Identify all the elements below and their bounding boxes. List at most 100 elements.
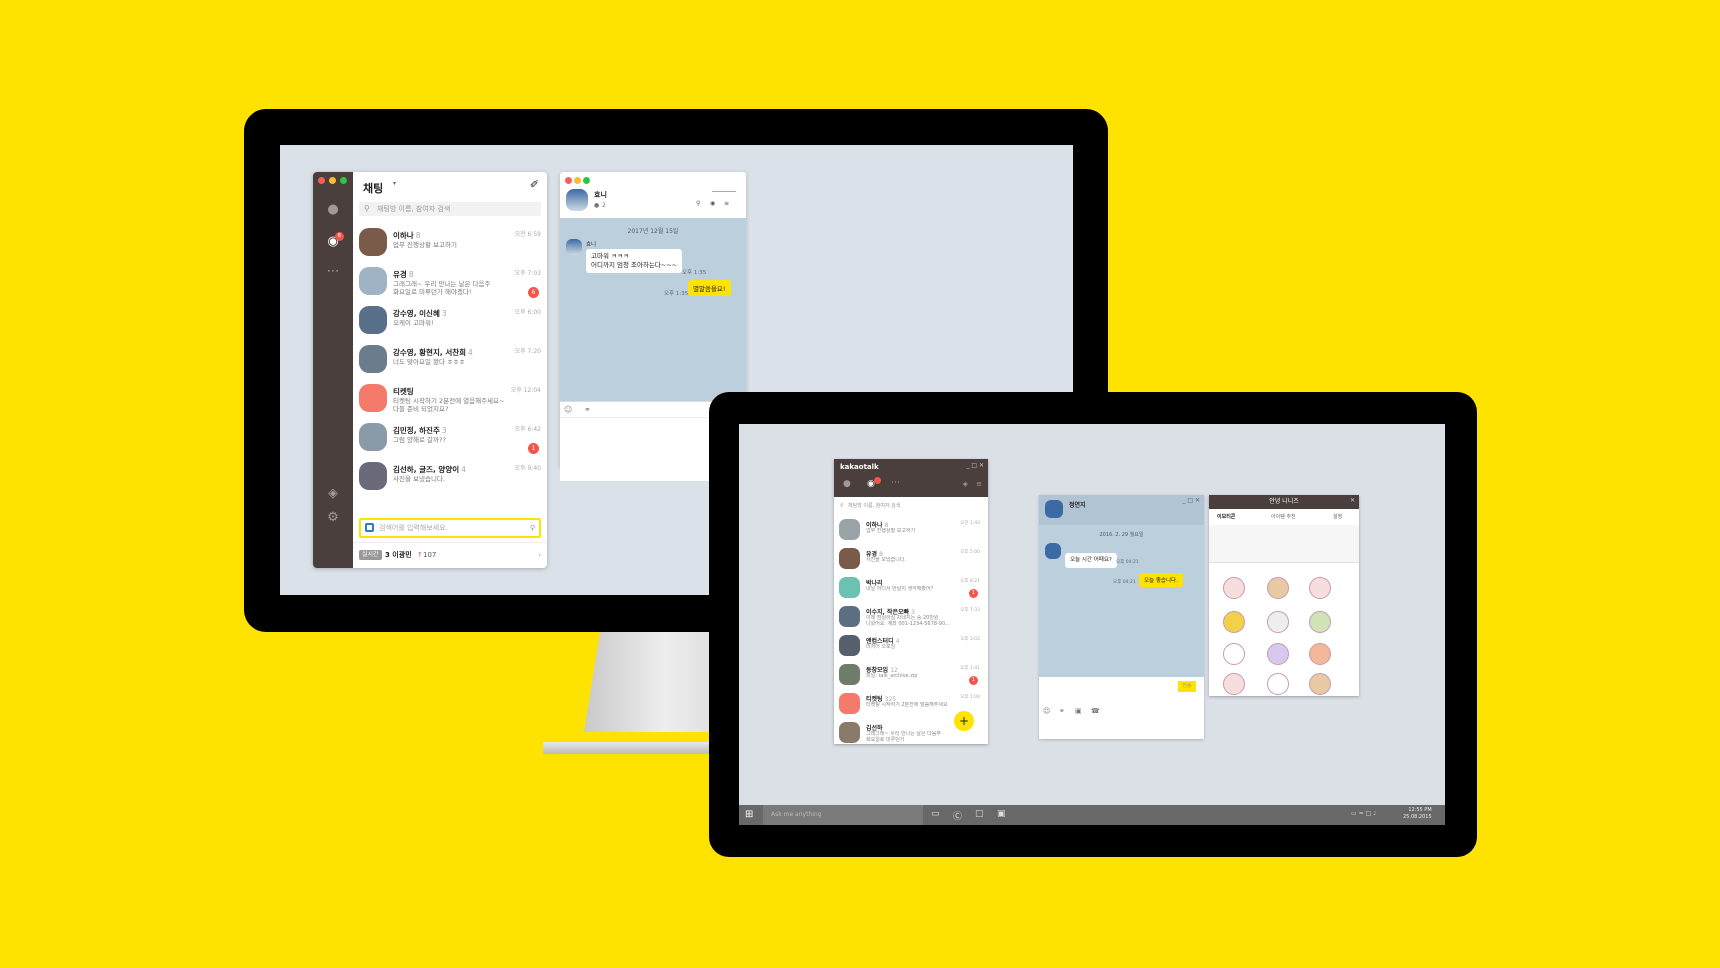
realtime-ranking-bar[interactable]: 실시간 3 이광민 ↑ 107 › [353, 542, 547, 566]
chevron-down-icon[interactable]: ▾ [393, 180, 396, 187]
attach-icon[interactable]: ⚭ [1059, 707, 1065, 715]
sticker[interactable] [1309, 577, 1331, 599]
sticker[interactable] [1309, 673, 1331, 695]
bottom-search-input[interactable]: 검색어를 입력해보세요. ⚲ [359, 518, 541, 538]
avatar[interactable] [359, 306, 387, 334]
system-tray-icons[interactable]: ▭ ≈ □ ♩ [1351, 810, 1376, 817]
add-chat-button[interactable]: + [954, 711, 974, 731]
maximize-dot[interactable] [583, 177, 590, 184]
edge-icon[interactable]: Ⓒ [953, 809, 962, 822]
minimize-dot[interactable] [329, 177, 336, 184]
search-icon[interactable]: ⚲ [696, 200, 700, 207]
search-input[interactable]: ⚲ 채팅방 이름, 참여자 검색 [838, 501, 984, 512]
maximize-dot[interactable] [340, 177, 347, 184]
window-controls[interactable]: _ □ ✕ [966, 462, 984, 469]
avatar[interactable] [839, 722, 860, 743]
search-input[interactable]: ⚲ 채팅방 이름, 참여자 검색 [359, 202, 541, 216]
menu-icon[interactable]: ≡ [724, 200, 729, 207]
avatar[interactable] [566, 239, 582, 255]
chat-name: 김선하, 글즈, 양양이 4 [393, 464, 466, 475]
avatar[interactable] [359, 384, 387, 412]
friends-icon[interactable]: ● [325, 202, 341, 218]
avatar[interactable] [839, 606, 860, 627]
avatar[interactable] [566, 189, 588, 211]
send-button[interactable]: 전송 [1178, 681, 1196, 692]
bell-icon[interactable]: ◈ [963, 480, 968, 488]
tab-settings[interactable]: 설정 [1333, 511, 1342, 523]
chat-row[interactable]: 앤컴스터디 4 마저어 으로잉 오후 3:02 [834, 631, 984, 660]
sticker[interactable] [1267, 611, 1289, 633]
chat-row[interactable]: 박나리 내일 어디서 만날지 생각해봤어? 오후 8:21 1 [834, 573, 984, 602]
avatar[interactable] [839, 693, 860, 714]
avatar[interactable] [359, 267, 387, 295]
avatar[interactable] [1045, 543, 1061, 559]
image-icon[interactable]: ▣ [1075, 707, 1082, 715]
avatar[interactable] [359, 462, 387, 490]
avatar[interactable] [839, 519, 860, 540]
chat-row[interactable]: 김선하, 글즈, 양양이 4 사진을 보냈습니다. 오후 9:40 [353, 456, 547, 499]
tab-emoticon[interactable]: 이모티콘 [1217, 511, 1235, 523]
avatar[interactable] [359, 228, 387, 256]
chevron-right-icon[interactable]: › [538, 543, 541, 567]
store-icon[interactable]: ▣ [997, 809, 1006, 819]
chat-row[interactable]: 티켓팅 티켓팅 시작하기 2분전에 열음해주세요~ 다들 준비 되었지요? 오후 1… [353, 378, 547, 421]
attach-icon[interactable]: ⚭ [584, 405, 591, 414]
sticker[interactable] [1223, 673, 1245, 695]
incoming-message[interactable]: 오늘 시간 어때요? [1065, 553, 1117, 568]
gear-icon[interactable]: ⚙ [325, 510, 341, 526]
sticker[interactable] [1267, 643, 1289, 665]
avatar[interactable] [839, 548, 860, 569]
sticker[interactable] [1223, 643, 1245, 665]
chat-row[interactable]: 유경 8 사진을 보냈습니다. 오후 5:00 [834, 544, 984, 573]
more-icon[interactable]: ⋯ [325, 264, 341, 280]
menu-icon[interactable]: ≡ [976, 480, 982, 488]
tab-item-recommend[interactable]: 아이템 추천 [1271, 511, 1296, 523]
avatar[interactable] [1045, 500, 1063, 518]
incoming-message[interactable]: 고마워 ㅋㅋㅋ 어디까지 엄청 조아하는다~~~ [586, 249, 683, 273]
emoticon-category-bar[interactable] [1209, 525, 1359, 563]
new-chat-icon[interactable]: ✐ [530, 178, 539, 191]
chat-row[interactable]: 유경 8 그래그래~ 우리 만나는 날은 다음주 화요일로 미루던가 해야겠다! 오후… [353, 261, 547, 304]
chat-row[interactable]: 이수지, 작은오빠 3 이제 점심하실 차네지는 중 20만원 나왔어요. 계좌 … [834, 602, 984, 631]
close-dot[interactable] [318, 177, 325, 184]
windows-start-icon[interactable]: ⊞ [745, 809, 756, 820]
avatar[interactable] [839, 577, 860, 598]
avatar[interactable] [839, 664, 860, 685]
folder-icon[interactable]: □ [975, 809, 984, 819]
more-icon[interactable]: ⋯ [891, 478, 900, 488]
outgoing-message[interactable]: 오늘 좋습니다. [1139, 573, 1183, 587]
message-input-area[interactable]: 전송 ☺ ⚭ ▣ ☎ [1039, 677, 1204, 739]
outgoing-message[interactable]: 별말씀을요! [688, 280, 731, 296]
task-view-icon[interactable]: ▭ [931, 809, 940, 819]
friends-icon[interactable]: ● [843, 479, 851, 489]
phone-icon[interactable]: ☎ [1091, 707, 1100, 715]
chat-row[interactable]: 강수영, 이신혜 3 오케이 고마워! 오후 6:00 [353, 300, 547, 343]
call-icon[interactable]: ◉ [710, 200, 715, 207]
opacity-slider[interactable] [712, 191, 736, 192]
chat-row[interactable]: 김민정, 하진주 3 그럼 양해로 갈까?? 오후 6:42 1 [353, 417, 547, 460]
chat-row[interactable]: 이하나 8 업무 진행상황 보고하기 오전 1:40 [834, 515, 984, 544]
sticker[interactable] [1309, 643, 1331, 665]
sticker[interactable] [1223, 577, 1245, 599]
sticker[interactable] [1223, 611, 1245, 633]
chat-row[interactable]: 강수영, 황현지, 서찬희 4 너도 맞아요일 봤다 ㅎㅎㅎ 오후 7:20 [353, 339, 547, 382]
sticker[interactable] [1267, 673, 1289, 695]
sticker[interactable] [1267, 577, 1289, 599]
chat-row[interactable]: 이하나 8 업무 진행상황 보고하기 오전 6:59 [353, 222, 547, 265]
emoticon-icon[interactable]: ☺ [1043, 707, 1050, 715]
close-dot[interactable] [565, 177, 572, 184]
chat-row[interactable]: 동창모임 12 파일: talk_archive.zip 오후 1:41 1 [834, 660, 984, 689]
clock[interactable]: 12:55 PM 25.08.2015 [1403, 807, 1432, 821]
close-icon[interactable]: ✕ [1350, 497, 1355, 504]
avatar[interactable] [359, 345, 387, 373]
minimize-dot[interactable] [574, 177, 581, 184]
avatar[interactable] [359, 423, 387, 451]
cortana-search-input[interactable]: Ask me anything [763, 805, 923, 825]
emoticon-title: 안녕 니니즈 [1209, 495, 1359, 509]
window-controls[interactable]: _ □ ✕ [1182, 497, 1200, 504]
bell-icon[interactable]: ◈ [325, 486, 341, 502]
emoticon-icon[interactable]: ☺ [564, 405, 572, 414]
sticker[interactable] [1309, 611, 1331, 633]
search-icon[interactable]: ⚲ [530, 520, 535, 536]
avatar[interactable] [839, 635, 860, 656]
